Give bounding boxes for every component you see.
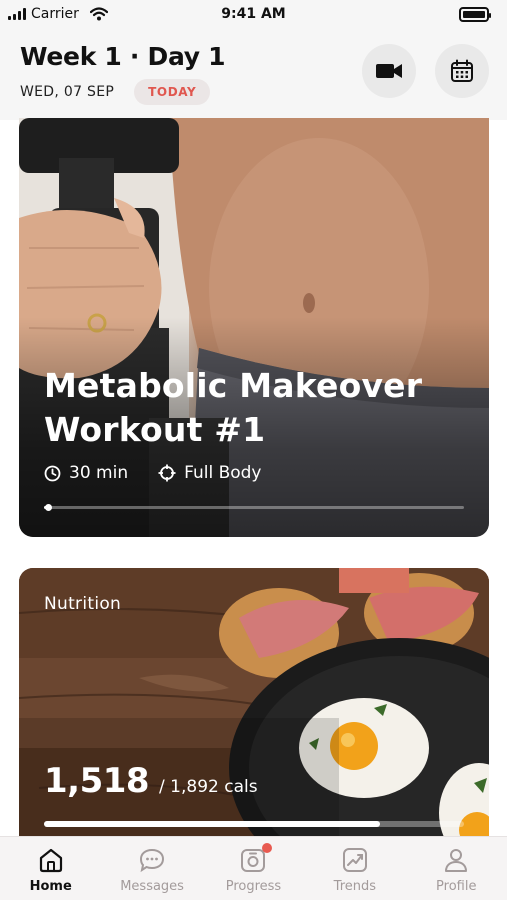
home-icon xyxy=(36,845,66,875)
tab-bar: Home Messages Progress Trends Profile xyxy=(0,836,507,900)
tab-label: Messages xyxy=(120,879,184,894)
tab-home[interactable]: Home xyxy=(0,845,101,894)
battery-icon xyxy=(459,6,491,22)
tab-progress[interactable]: Progress xyxy=(203,843,304,894)
calorie-target: / 1,892 cals xyxy=(159,777,258,797)
focus-meta: Full Body xyxy=(158,463,261,483)
person-icon xyxy=(441,845,471,875)
focus-text: Full Body xyxy=(184,463,262,483)
status-left: Carrier xyxy=(8,6,108,22)
duration-text: 30 min xyxy=(69,463,129,483)
nutrition-label: Nutrition xyxy=(44,594,122,614)
signal-icon xyxy=(8,8,26,20)
video-camera-icon xyxy=(376,64,402,78)
trend-chart-icon xyxy=(340,845,370,875)
workout-card[interactable]: Metabolic Makeover Workout #1 30 min Ful… xyxy=(19,118,489,537)
today-badge[interactable]: TODAY xyxy=(134,79,211,105)
video-button[interactable] xyxy=(362,44,416,98)
tab-label: Trends xyxy=(333,879,377,894)
nutrition-progress-fill xyxy=(44,821,380,827)
status-bar: Carrier 9:41 AM xyxy=(0,0,507,28)
tab-label: Home xyxy=(29,879,72,894)
carrier-label: Carrier xyxy=(31,6,79,22)
wifi-icon xyxy=(89,7,108,21)
tab-trends[interactable]: Trends xyxy=(304,845,405,894)
duration-meta: 30 min xyxy=(44,463,128,483)
header: Week 1 · Day 1 WED, 07 SEP TODAY xyxy=(0,28,507,120)
nutrition-card[interactable]: Nutrition 1,518 / 1,892 cals xyxy=(19,568,489,840)
tab-profile[interactable]: Profile xyxy=(406,845,507,894)
page-title: Week 1 · Day 1 xyxy=(20,42,226,71)
clock-icon xyxy=(44,465,61,481)
chat-icon xyxy=(137,845,167,875)
tab-label: Profile xyxy=(436,879,477,894)
tab-label: Progress xyxy=(225,879,282,894)
workout-meta: 30 min Full Body xyxy=(44,463,261,483)
camera-progress-icon xyxy=(238,843,273,875)
tab-messages[interactable]: Messages xyxy=(102,845,203,894)
notification-dot xyxy=(262,843,273,853)
calorie-row: 1,518 / 1,892 cals xyxy=(44,761,258,801)
target-icon xyxy=(158,464,176,482)
workout-title: Metabolic Makeover Workout #1 xyxy=(44,366,423,449)
nutrition-progress-bar xyxy=(44,821,464,827)
calorie-value: 1,518 xyxy=(44,761,150,801)
date-row: WED, 07 SEP TODAY xyxy=(20,79,211,105)
calendar-button[interactable] xyxy=(435,44,489,98)
date-text: WED, 07 SEP xyxy=(20,84,115,100)
calendar-icon xyxy=(451,59,473,82)
workout-progress-bar xyxy=(44,504,464,511)
